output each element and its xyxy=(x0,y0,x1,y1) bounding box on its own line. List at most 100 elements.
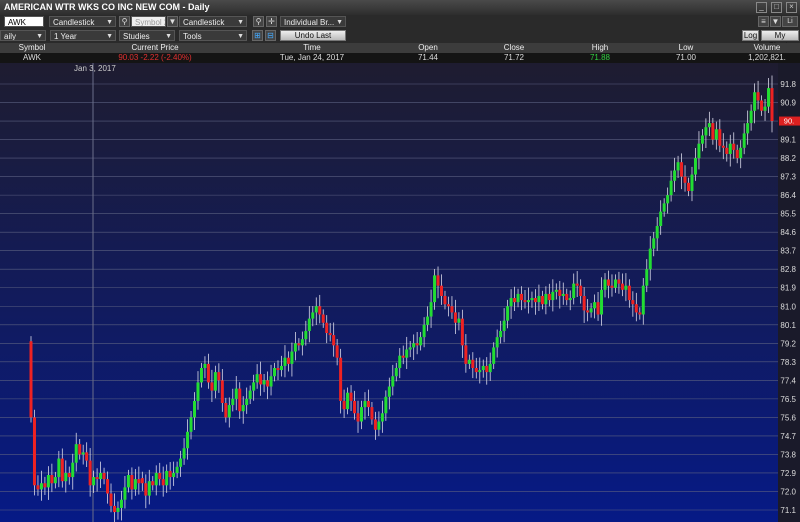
draw-icon[interactable]: ⊟ xyxy=(265,30,276,41)
candle-body xyxy=(460,318,464,346)
help-icon[interactable]: Li xyxy=(782,16,798,27)
candle-body xyxy=(680,162,684,177)
candle-body xyxy=(721,145,725,148)
menu-icon[interactable]: ≡ xyxy=(758,16,769,27)
candle-body xyxy=(36,485,40,490)
y-tick-label: 88.2 xyxy=(780,154,796,163)
undo-last-button[interactable]: Undo Last xyxy=(280,30,346,41)
candle-body xyxy=(558,289,562,296)
candle-body xyxy=(453,312,457,323)
candle-body xyxy=(606,279,610,286)
candle-body xyxy=(88,460,92,486)
quote-low: 71.00 xyxy=(675,53,697,62)
symbol2-input[interactable]: Symbol 2 xyxy=(131,16,166,27)
candle-body xyxy=(690,174,694,192)
y-tick-label: 85.5 xyxy=(780,210,796,219)
candle-body xyxy=(161,479,165,486)
candle-body xyxy=(704,127,708,136)
candle-body xyxy=(99,472,103,480)
broker-select[interactable]: Individual Br... ▼ xyxy=(280,16,346,27)
candle-body xyxy=(603,279,607,290)
my-charts-button[interactable]: My Charts xyxy=(761,30,799,50)
window-title: AMERICAN WTR WKS CO INC NEW COM - Daily xyxy=(4,2,210,12)
chevron-down-icon: ▼ xyxy=(237,19,244,26)
candle-body xyxy=(314,306,318,313)
candle-body xyxy=(589,308,593,313)
candle-body xyxy=(728,143,732,154)
chevron-down-icon[interactable]: ▼ xyxy=(167,16,178,27)
candle-body xyxy=(140,478,144,484)
minimize-icon[interactable]: _ xyxy=(756,2,767,13)
candle-body xyxy=(551,291,555,301)
candle-body xyxy=(43,483,47,488)
quote-row[interactable]: AWK 90.03 -2.22 (-2.40%) Tue, Jan 24, 20… xyxy=(0,53,800,63)
header-volume: Volume xyxy=(753,43,781,52)
candle-body xyxy=(57,458,61,478)
candle-body xyxy=(523,300,527,303)
candle-body xyxy=(64,472,68,482)
interval-select[interactable]: aily ▼ xyxy=(0,30,46,41)
candle-body xyxy=(540,295,544,305)
y-tick-label: 83.7 xyxy=(780,247,796,256)
candle-body xyxy=(50,475,54,484)
log-button[interactable]: Log xyxy=(742,30,759,41)
tools-select[interactable]: Tools ▼ xyxy=(179,30,247,41)
candle-body xyxy=(356,413,360,422)
candle-body xyxy=(718,129,722,146)
candle-body xyxy=(739,147,743,159)
last-price-label: 90. xyxy=(784,117,794,126)
candle-body xyxy=(394,368,398,377)
y-tick-label: 79.2 xyxy=(780,339,796,348)
candle-body xyxy=(297,343,301,346)
maximize-icon[interactable]: □ xyxy=(771,2,782,13)
chart-type2-select[interactable]: Candlestick ▼ xyxy=(179,16,247,27)
candle-body xyxy=(266,380,270,387)
candle-body xyxy=(714,129,718,140)
candle-body xyxy=(283,357,287,366)
candle-body xyxy=(359,407,363,422)
search-icon[interactable]: ⚲ xyxy=(119,16,130,27)
candle-body xyxy=(474,368,478,373)
header-open: Open xyxy=(418,43,438,52)
candle-body xyxy=(659,211,663,226)
candle-body xyxy=(273,368,277,377)
compare-icon[interactable]: ⊞ xyxy=(252,30,263,41)
header-time: Time xyxy=(303,43,321,52)
candle-body xyxy=(530,298,534,301)
window-titlebar: AMERICAN WTR WKS CO INC NEW COM - Daily … xyxy=(0,0,800,16)
zoom-icon[interactable]: ⚲ xyxy=(253,16,264,27)
candle-body xyxy=(499,330,503,338)
candle-body xyxy=(481,365,485,371)
candle-body xyxy=(732,143,736,150)
candle-body xyxy=(349,392,353,401)
candle-body xyxy=(325,322,329,334)
y-tick-label: 90.9 xyxy=(780,99,796,108)
symbol-input[interactable]: AWK xyxy=(4,16,44,27)
candle-body xyxy=(130,475,134,490)
candle-body xyxy=(126,475,130,488)
candle-body xyxy=(210,382,214,391)
studies-select[interactable]: Studies ▼ xyxy=(119,30,175,41)
crosshair-icon[interactable]: ✛ xyxy=(266,16,277,27)
candle-body xyxy=(67,472,71,478)
chart-type-select[interactable]: Candlestick ▼ xyxy=(49,16,116,27)
header-close: Close xyxy=(503,43,525,52)
candle-body xyxy=(384,396,388,414)
candle-body xyxy=(199,368,203,383)
chart-type-value: Candlestick xyxy=(53,18,95,27)
candle-body xyxy=(673,170,677,181)
candle-body xyxy=(711,123,715,140)
candle-body xyxy=(676,162,680,171)
chevron-down-icon[interactable]: ▼ xyxy=(770,16,781,27)
candle-body xyxy=(655,226,659,239)
candle-body xyxy=(586,310,590,313)
price-chart[interactable]: Jan 3, 2017 71.1 72.0 72.9 73.8 74.7 75.6 76.5… xyxy=(0,63,800,522)
y-tick-label: 81.9 xyxy=(780,284,796,293)
close-icon[interactable]: × xyxy=(786,2,797,13)
candle-body xyxy=(370,407,374,420)
candle-body xyxy=(683,176,687,183)
plot-area[interactable] xyxy=(0,63,778,522)
range-select[interactable]: 1 Year ▼ xyxy=(50,30,116,41)
candle-body xyxy=(137,479,141,484)
chevron-down-icon: ▼ xyxy=(106,33,113,40)
